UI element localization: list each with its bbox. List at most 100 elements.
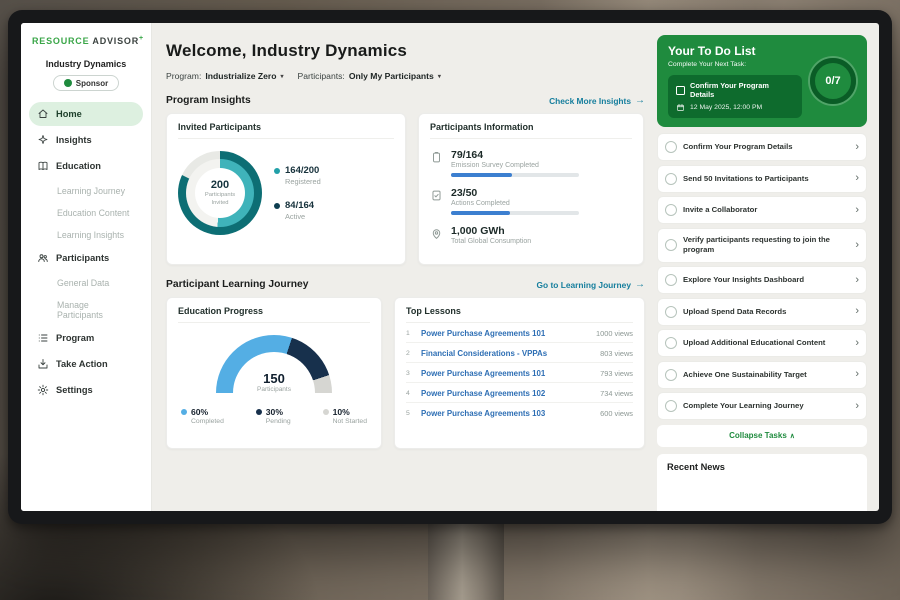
task-checkbox-icon[interactable] <box>665 274 677 286</box>
main-content: Welcome, Industry Dynamics Program: Indu… <box>152 23 655 511</box>
legend-dot-icon <box>323 409 329 415</box>
task-item[interactable]: Complete Your Learning Journey › <box>657 392 867 420</box>
legend-label: Completed <box>191 418 224 425</box>
collapse-tasks-link[interactable]: Collapse Tasks∧ <box>657 425 867 447</box>
check-more-insights-link[interactable]: Check More Insights → <box>549 95 645 106</box>
lesson-rank: 4 <box>406 390 414 397</box>
next-task-card[interactable]: Confirm Your Program Details 12 May 2025… <box>668 75 802 118</box>
sidebar-item-manage-participants[interactable]: Manage Participants <box>29 294 143 325</box>
info-row-consumption: 1,000 GWh Total Global Consumption <box>430 225 632 245</box>
brand-primary: RESOURCE <box>32 36 89 46</box>
program-select[interactable]: Industrialize Zero ▾ <box>205 71 283 81</box>
task-item[interactable]: Confirm Your Program Details › <box>657 133 867 161</box>
task-label: Upload Spend Data Records <box>683 307 849 317</box>
task-checkbox-icon[interactable] <box>665 173 677 185</box>
participants-select[interactable]: Only My Participants ▾ <box>349 71 441 81</box>
task-label: Explore Your Insights Dashboard <box>683 275 849 285</box>
task-checkbox-icon[interactable] <box>665 204 677 216</box>
map-pin-icon <box>430 227 443 240</box>
org-name: Industry Dynamics <box>21 59 151 69</box>
legend-value: 10% <box>333 407 367 417</box>
task-label: Invite a Collaborator <box>683 205 849 215</box>
go-to-learning-journey-link[interactable]: Go to Learning Journey → <box>537 279 645 290</box>
education-gauge-chart: 150 Participants <box>216 335 332 393</box>
invited-total-label: Participants Invited <box>202 192 238 206</box>
sidebar-item-program[interactable]: Program <box>29 326 143 350</box>
desk-background: RESOURCE ADVISOR+ Industry Dynamics Spon… <box>0 0 900 600</box>
info-row-survey: 79/164 Emission Survey Completed <box>430 149 632 177</box>
home-icon <box>37 108 49 120</box>
legend-item-pending: 30% Pending <box>256 407 291 425</box>
chevron-right-icon: › <box>855 275 859 286</box>
chevron-up-icon: ∧ <box>790 433 795 440</box>
sponsor-badge[interactable]: Sponsor <box>53 75 119 91</box>
task-item[interactable]: Achieve One Sustainability Target › <box>657 361 867 389</box>
brand-plus: + <box>139 35 144 42</box>
info-label: Actions Completed <box>451 200 579 207</box>
book-icon <box>37 160 49 172</box>
section-title-program-insights: Program Insights <box>166 95 251 106</box>
invited-total: 200 <box>211 179 229 191</box>
program-filter: Program: Industrialize Zero ▾ <box>166 71 284 81</box>
task-item[interactable]: Send 50 Invitations to Participants › <box>657 165 867 193</box>
task-item[interactable]: Verify participants requesting to join t… <box>657 228 867 263</box>
task-checkbox-icon[interactable] <box>665 239 677 251</box>
link-label: Go to Learning Journey <box>537 280 631 290</box>
task-checkbox-icon[interactable] <box>665 369 677 381</box>
legend-item-active: 84/164 Active <box>274 200 321 221</box>
checkbox-icon <box>676 86 685 95</box>
actions-icon <box>430 189 443 202</box>
legend-value: 164/200 <box>285 165 321 176</box>
task-label: Achieve One Sustainability Target <box>683 370 849 380</box>
info-value: 79/164 <box>451 149 579 161</box>
legend-label: Pending <box>266 418 291 425</box>
sidebar-item-settings[interactable]: Settings <box>29 378 143 402</box>
brand-secondary: ADVISOR <box>92 36 139 46</box>
sidebar-item-learning-journey[interactable]: Learning Journey <box>29 180 143 201</box>
lesson-views: 600 views <box>600 409 633 418</box>
collapse-tasks-label: Collapse Tasks <box>729 431 787 440</box>
legend-label: Active <box>285 212 314 221</box>
sidebar-item-take-action[interactable]: Take Action <box>29 352 143 376</box>
lesson-link[interactable]: Power Purchase Agreements 102 <box>421 389 593 398</box>
next-task-label: Confirm Your Program Details <box>690 81 794 99</box>
education-legend: 60% Completed 30% Pending <box>178 407 370 425</box>
sponsor-icon <box>64 79 72 87</box>
nav-label: Program <box>56 333 94 343</box>
sidebar-item-insights[interactable]: Insights <box>29 128 143 152</box>
task-checkbox-icon[interactable] <box>665 141 677 153</box>
legend-label: Not Started <box>333 418 367 425</box>
sidebar-nav: Home Insights Education Learning Journey… <box>21 100 151 406</box>
card-title: Invited Participants <box>178 122 394 139</box>
task-item[interactable]: Invite a Collaborator › <box>657 196 867 224</box>
task-checkbox-icon[interactable] <box>665 400 677 412</box>
chevron-right-icon: › <box>855 338 859 349</box>
legend-dot-icon <box>274 203 280 209</box>
task-checkbox-icon[interactable] <box>665 306 677 318</box>
sidebar-item-education[interactable]: Education <box>29 154 143 178</box>
info-row-actions: 23/50 Actions Completed <box>430 187 632 215</box>
download-action-icon <box>37 358 49 370</box>
task-item[interactable]: Explore Your Insights Dashboard › <box>657 266 867 294</box>
task-checkbox-icon[interactable] <box>665 337 677 349</box>
link-label: Check More Insights <box>549 96 631 106</box>
lesson-link[interactable]: Power Purchase Agreements 101 <box>421 369 593 378</box>
sidebar-item-general-data[interactable]: General Data <box>29 272 143 293</box>
program-insights-cards: Invited Participants 200 Participants In… <box>166 113 645 265</box>
lesson-link[interactable]: Power Purchase Agreements 103 <box>421 409 593 418</box>
lesson-link[interactable]: Financial Considerations - VPPAs <box>421 349 593 358</box>
sidebar-item-participants[interactable]: Participants <box>29 246 143 270</box>
lesson-link[interactable]: Power Purchase Agreements 101 <box>421 329 589 338</box>
legend-item-completed: 60% Completed <box>181 407 224 425</box>
arrow-right-icon: → <box>635 279 645 290</box>
lesson-views: 803 views <box>600 349 633 358</box>
sidebar-item-learning-insights[interactable]: Learning Insights <box>29 224 143 245</box>
task-item[interactable]: Upload Additional Educational Content › <box>657 329 867 357</box>
todo-progress-value: 0/7 <box>825 75 840 87</box>
nav-label: Home <box>56 109 82 119</box>
task-item[interactable]: Upload Spend Data Records › <box>657 298 867 326</box>
sidebar-item-home[interactable]: Home <box>29 102 143 126</box>
sidebar-item-education-content[interactable]: Education Content <box>29 202 143 223</box>
recent-news-title: Recent News <box>667 462 857 472</box>
info-label: Total Global Consumption <box>451 238 531 245</box>
